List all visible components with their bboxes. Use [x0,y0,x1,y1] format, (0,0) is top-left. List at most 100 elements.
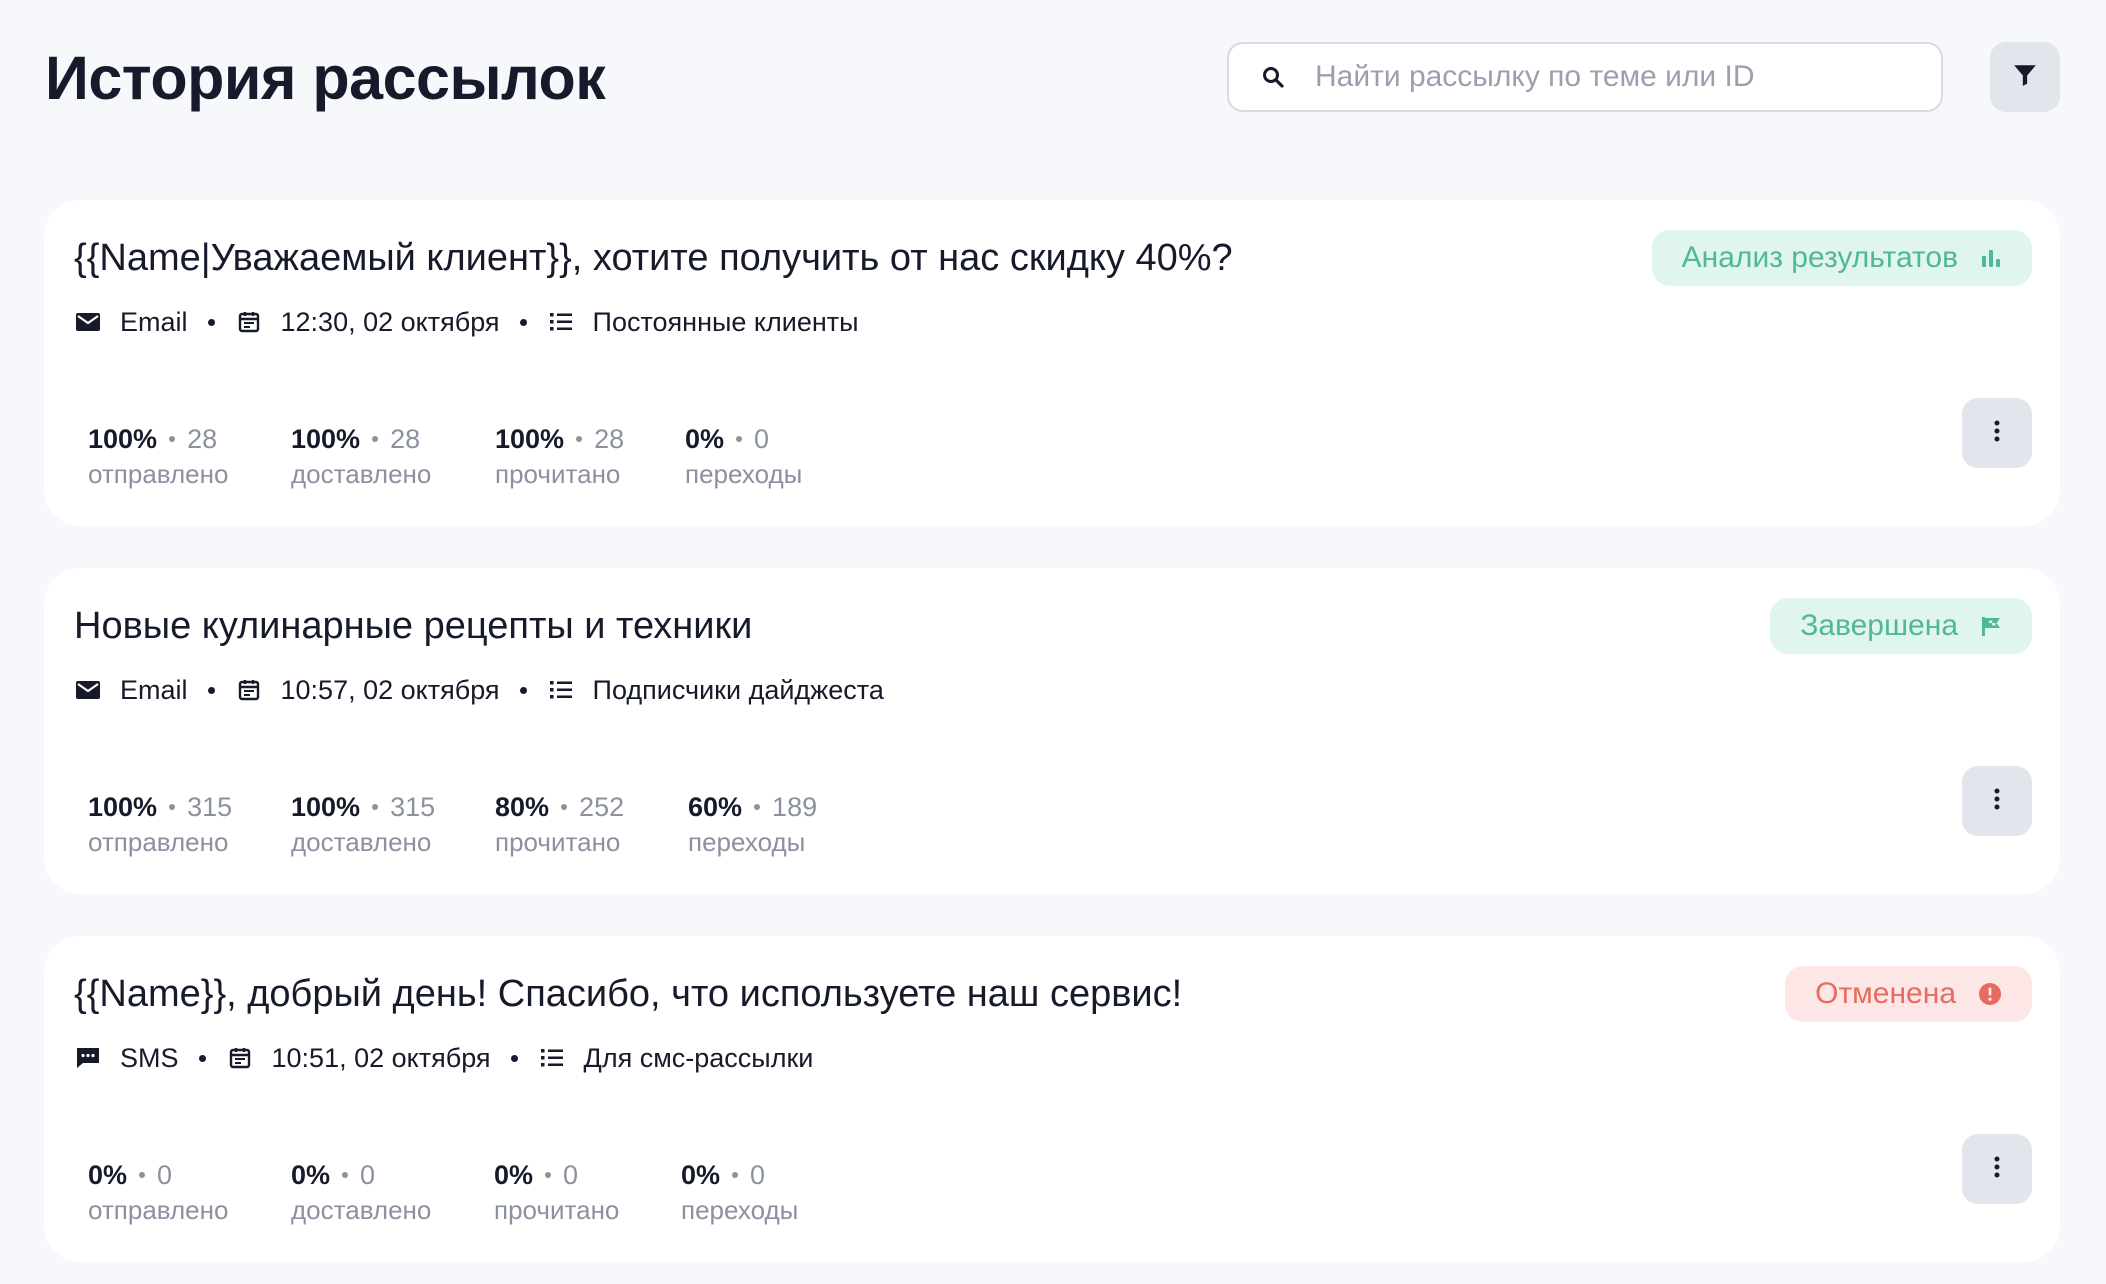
stat-delivered: 100% 315 доставлено [291,790,495,860]
stat-label: переходы [685,459,803,489]
campaign-segment: Постоянные клиенты [592,306,859,337]
stat-percent: 0% [494,1160,534,1190]
channel-label: SMS [120,1042,179,1073]
stat-percent: 100% [88,792,158,822]
more-options-button[interactable] [1962,1134,2032,1204]
campaign-stats: 100% 315 отправлено 100% 315 доставлено 80… [88,790,817,860]
chat-bubble-icon [74,1044,102,1072]
search-box[interactable] [1227,42,1943,112]
stat-count: 28 [594,424,625,454]
status-badge[interactable]: Анализ результатов [1651,230,2032,286]
calendar-icon [235,308,263,336]
stat-percent: 0% [681,1160,721,1190]
stat-label: отправлено [88,1195,229,1225]
stat-count: 28 [187,424,218,454]
stat-count: 0 [563,1160,579,1190]
filter-button[interactable] [1990,42,2060,112]
campaign-title[interactable]: Новые кулинарные рецепты и техники [74,596,752,656]
separator-dot [732,1172,739,1178]
list-icon [547,676,575,704]
campaign-title[interactable]: {{Name}}, добрый день! Спасибо, что испо… [74,964,1182,1024]
stat-clicks: 0% 0 переходы [685,422,802,492]
separator-dot [576,436,583,442]
separator-dot [519,686,527,694]
page-title: История рассылок [45,44,606,112]
separator-dot [342,1172,349,1178]
campaign-datetime: 10:51, 02 октября [271,1042,491,1073]
separator-dot [207,318,215,326]
alert-circle-icon [1978,982,2002,1006]
separator-dot [510,1054,518,1062]
stat-percent: 80% [495,792,550,822]
stat-percent: 100% [291,792,361,822]
list-icon [538,1044,566,1072]
campaign-datetime: 10:57, 02 октября [280,674,500,705]
stat-read: 100% 28 прочитано [495,422,685,492]
campaign-card[interactable]: Новые кулинарные рецепты и техники Завер… [44,568,2060,894]
search-icon [1259,63,1287,91]
stat-label: прочитано [495,827,621,857]
stat-sent: 100% 28 отправлено [88,422,291,492]
vertical-dots-icon [1993,420,2001,447]
calendar-icon [226,1044,254,1072]
separator-dot [139,1172,146,1178]
campaign-meta: Email 10:57, 02 октября Подписчики дайдж… [74,670,884,710]
stat-count: 0 [754,424,770,454]
stat-percent: 0% [88,1160,128,1190]
envelope-icon [74,676,102,704]
stat-count: 315 [390,792,436,822]
campaign-title[interactable]: {{Name|Уважаемый клиент}}, хотите получи… [74,228,1233,288]
stat-count: 315 [187,792,233,822]
stat-count: 0 [360,1160,376,1190]
separator-dot [754,804,761,810]
stat-label: переходы [688,827,806,857]
stat-count: 0 [157,1160,173,1190]
separator-dot [372,804,379,810]
status-badge[interactable]: Отменена [1785,966,2032,1022]
more-options-button[interactable] [1962,398,2032,468]
campaign-card[interactable]: {{Name}}, добрый день! Спасибо, что испо… [44,936,2060,1262]
search-input[interactable] [1315,60,1915,94]
more-options-button[interactable] [1962,766,2032,836]
stat-label: доставлено [291,459,432,489]
vertical-dots-icon [1993,1156,2001,1183]
stat-label: прочитано [494,1195,620,1225]
flag-icon [1980,615,2002,637]
campaign-stats: 0% 0 отправлено 0% 0 доставлено 0% 0 прочит… [88,1158,798,1228]
stat-count: 189 [772,792,818,822]
stat-percent: 100% [88,424,158,454]
stat-clicks: 0% 0 переходы [681,1158,798,1228]
separator-dot [736,436,743,442]
channel-label: Email [120,674,188,705]
stat-sent: 0% 0 отправлено [88,1158,291,1228]
status-badge[interactable]: Завершена [1770,598,2032,654]
stat-read: 80% 252 прочитано [495,790,688,860]
vertical-dots-icon [1993,788,2001,815]
stat-count: 0 [750,1160,766,1190]
separator-dot [545,1172,552,1178]
campaign-meta: SMS 10:51, 02 октября Для смс-рассылки [74,1038,813,1078]
stat-label: отправлено [88,459,229,489]
stat-label: доставлено [291,827,432,857]
stat-label: переходы [681,1195,799,1225]
separator-dot [169,804,176,810]
stat-delivered: 100% 28 доставлено [291,422,495,492]
stat-label: отправлено [88,827,229,857]
separator-dot [372,436,379,442]
stat-label: доставлено [291,1195,432,1225]
status-label: Анализ результатов [1681,241,1958,274]
envelope-icon [74,308,102,336]
separator-dot [198,1054,206,1062]
separator-dot [561,804,568,810]
stat-percent: 100% [495,424,565,454]
campaign-card[interactable]: {{Name|Уважаемый клиент}}, хотите получи… [44,200,2060,526]
stat-percent: 60% [688,792,743,822]
separator-dot [207,686,215,694]
campaign-datetime: 12:30, 02 октября [280,306,500,337]
stat-delivered: 0% 0 доставлено [291,1158,494,1228]
separator-dot [519,318,527,326]
stat-percent: 100% [291,424,361,454]
campaign-meta: Email 12:30, 02 октября Постоянные клиен… [74,302,859,342]
separator-dot [169,436,176,442]
stat-clicks: 60% 189 переходы [688,790,817,860]
